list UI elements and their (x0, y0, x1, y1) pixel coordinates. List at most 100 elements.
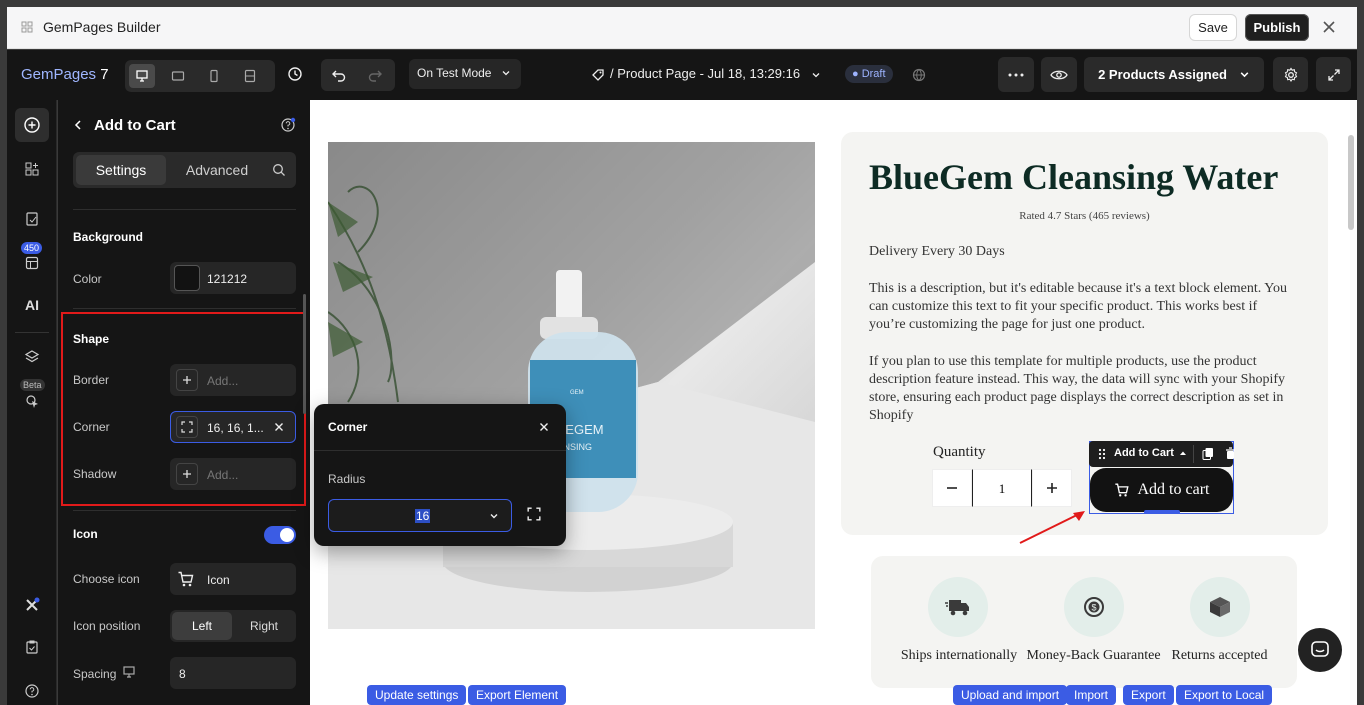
fullscreen-button[interactable] (1316, 57, 1351, 92)
desktop-icon[interactable] (129, 64, 155, 88)
clipboard-icon[interactable] (15, 630, 49, 664)
logo-text: GemPages (21, 66, 97, 83)
product-image[interactable]: BLUEGEM CLEANSING GEM (328, 142, 815, 629)
resize-handle[interactable] (1144, 510, 1180, 514)
layers-icon[interactable] (15, 340, 49, 374)
back-icon[interactable] (72, 119, 84, 131)
gear-icon (1283, 67, 1299, 83)
description-block-1[interactable]: This is a description, but it's editable… (869, 280, 1309, 334)
search-icon[interactable] (272, 163, 286, 177)
spacing-value: 8 (179, 667, 186, 681)
help-icon[interactable] (280, 117, 296, 133)
chevron-down-icon[interactable] (489, 511, 499, 521)
history-icon[interactable] (287, 66, 303, 82)
delete-icon[interactable] (1225, 447, 1236, 460)
panel-scrollbar[interactable] (303, 294, 306, 414)
color-swatch[interactable] (174, 265, 200, 291)
clear-icon[interactable] (273, 421, 285, 433)
mobile-icon[interactable] (201, 64, 227, 88)
icon-toggle[interactable] (264, 526, 296, 544)
product-rating[interactable]: Rated 4.7 Stars (465 reviews) (841, 210, 1328, 222)
device-switcher (125, 60, 275, 92)
spacing-input[interactable]: 8 (170, 657, 296, 689)
chat-button[interactable] (1298, 628, 1342, 672)
position-left-option[interactable]: Left (172, 612, 232, 640)
more-button[interactable] (998, 57, 1034, 92)
quantity-increase-button[interactable] (1032, 469, 1072, 507)
border-field[interactable]: Add... (170, 364, 296, 396)
bottle-label-logo: GEM (570, 390, 584, 396)
plus-icon[interactable] (176, 463, 198, 485)
cart-icon (1114, 482, 1130, 498)
add-element-icon[interactable] (15, 108, 49, 142)
update-settings-button[interactable]: Update settings (367, 685, 467, 705)
preview-button[interactable] (1041, 57, 1077, 92)
settings-button[interactable] (1273, 57, 1308, 92)
apps-icon[interactable] (15, 152, 49, 186)
undo-icon[interactable] (331, 67, 347, 83)
element-toolbar: Add to Cart (1089, 441, 1236, 467)
tablet-landscape-icon[interactable] (165, 64, 191, 88)
responsive-icon[interactable] (237, 64, 263, 88)
publish-button[interactable]: Publish (1245, 14, 1309, 41)
ai-icon[interactable]: AI (15, 288, 49, 322)
add-to-cart-button[interactable]: Add to cart (1090, 468, 1233, 512)
caret-up-icon[interactable] (1179, 450, 1187, 456)
corner-expand-icon[interactable] (527, 507, 541, 521)
quantity-input[interactable]: 1 (972, 469, 1032, 507)
export-element-button[interactable]: Export Element (468, 685, 567, 705)
templates-icon[interactable] (15, 246, 49, 280)
chevron-down-icon[interactable] (811, 70, 821, 80)
shape-section-title: Shape (73, 332, 110, 346)
desc2-line: If you plan to use this template for mul… (869, 354, 1257, 369)
element-label[interactable]: Add to Cart (1114, 447, 1174, 459)
corner-field[interactable]: 16, 16, 1... (170, 411, 296, 443)
corner-label: Corner (73, 420, 110, 434)
left-rail: 450 AI Beta (7, 100, 57, 705)
color-field[interactable]: 121212 (170, 262, 296, 294)
tab-settings[interactable]: Settings (76, 155, 166, 185)
globe-icon[interactable] (912, 68, 926, 82)
settings-panel: Add to Cart Settings Advanced Background… (58, 100, 310, 705)
pages-icon[interactable] (15, 202, 49, 236)
product-title[interactable]: BlueGem Cleansing Water (869, 156, 1278, 198)
expand-icon (1327, 68, 1341, 82)
export-to-local-button[interactable]: Export to Local (1176, 685, 1273, 705)
corner-expand-icon[interactable] (176, 416, 198, 438)
extensions-icon[interactable] (15, 588, 49, 622)
desc2-line: description feature instead. This way, t… (869, 372, 1286, 387)
mode-dropdown[interactable]: On Test Mode (409, 59, 521, 89)
product-info-card: BlueGem Cleansing Water Rated 4.7 Stars … (841, 132, 1328, 535)
panel-title: Add to Cart (94, 117, 176, 134)
drag-handle-icon[interactable] (1098, 448, 1106, 460)
interaction-icon[interactable] (15, 384, 49, 418)
quantity-decrease-button[interactable] (932, 469, 972, 507)
description-block-2[interactable]: If you plan to use this template for mul… (869, 353, 1309, 425)
divider (73, 308, 296, 309)
radius-input[interactable]: 16 (328, 499, 512, 532)
desc1-line: can customize this text to fit your spec… (869, 299, 1258, 314)
delivery-text[interactable]: Delivery Every 30 Days (869, 243, 1005, 261)
position-right-option[interactable]: Right (234, 612, 294, 640)
border-label: Border (73, 373, 110, 387)
redo-icon[interactable] (367, 67, 383, 83)
help-icon[interactable] (15, 674, 49, 705)
divider (73, 209, 296, 210)
plus-icon[interactable] (176, 369, 198, 391)
close-icon[interactable] (1321, 19, 1337, 35)
products-assigned-dropdown[interactable]: 2 Products Assigned (1084, 57, 1264, 92)
choose-icon-field[interactable]: Icon (170, 563, 296, 595)
save-button[interactable]: Save (1189, 14, 1237, 41)
choose-icon-value: Icon (207, 573, 230, 587)
import-button[interactable]: Import (1066, 685, 1117, 705)
tab-advanced[interactable]: Advanced (172, 155, 262, 185)
export-button[interactable]: Export (1123, 685, 1174, 705)
canvas-scrollbar[interactable] (1348, 135, 1354, 230)
desc1-line: you’re customizing the page for just one… (869, 317, 1146, 332)
desc2-line: Shopify (869, 408, 914, 423)
upload-and-import-button[interactable]: Upload and import (953, 685, 1068, 705)
shadow-field[interactable]: Add... (170, 458, 296, 490)
duplicate-icon[interactable] (1202, 447, 1214, 461)
close-icon[interactable] (538, 421, 550, 433)
page-title[interactable]: / Product Page - Jul 18, 13:29:16 (610, 66, 800, 81)
